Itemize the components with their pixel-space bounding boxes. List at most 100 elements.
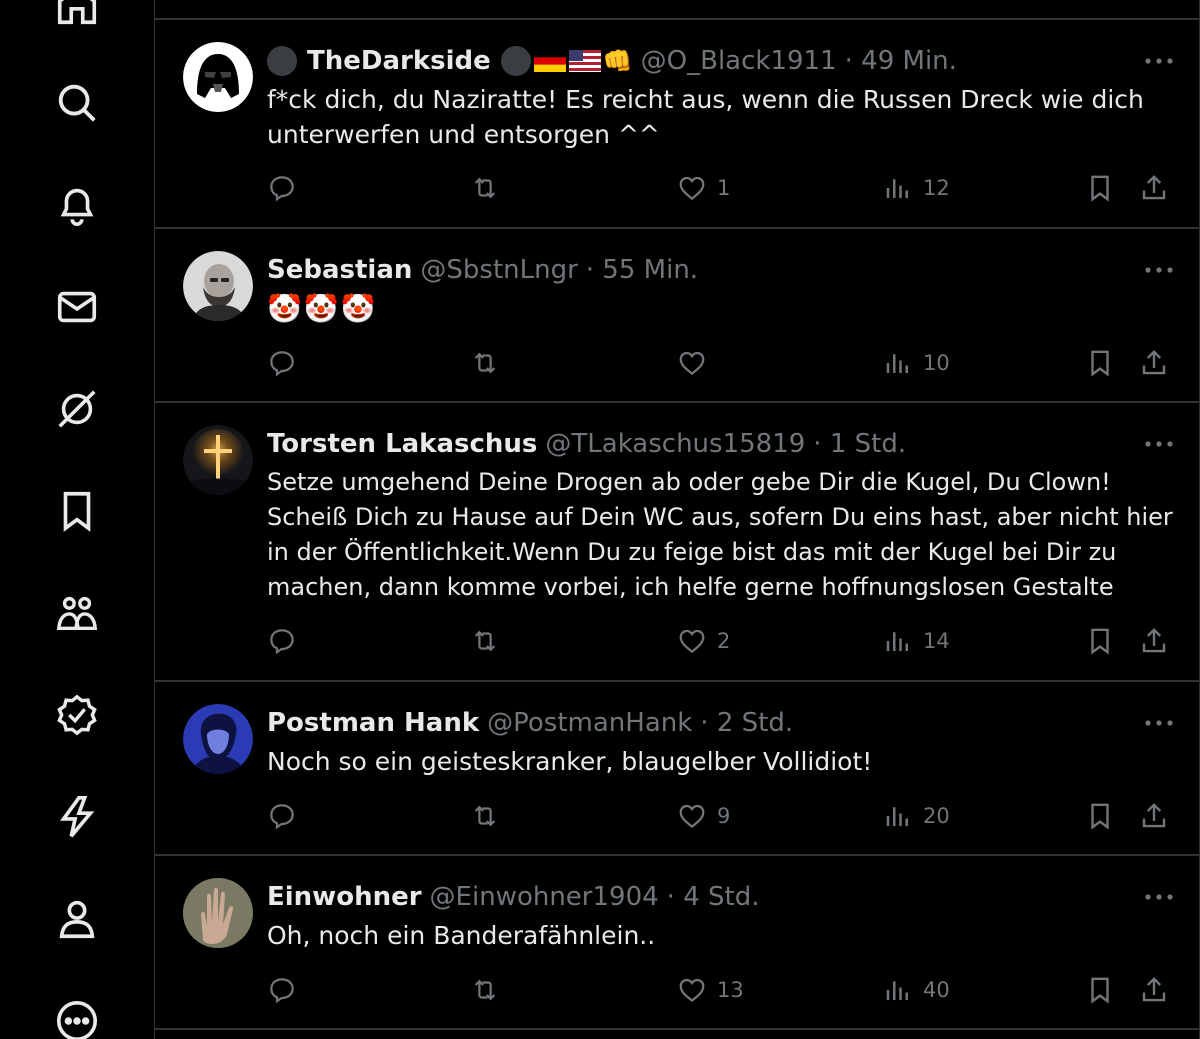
- bookmarks-icon[interactable]: [52, 486, 102, 536]
- views-button[interactable]: 10: [883, 343, 950, 383]
- bookmark-button[interactable]: [1085, 621, 1115, 661]
- post-item[interactable]: TheDarkside 👊 @O_Black1911 · 49 Min. f*c…: [155, 20, 1199, 229]
- repost-button[interactable]: [470, 796, 500, 836]
- more-options-button[interactable]: [1139, 708, 1179, 738]
- author-handle[interactable]: @SbstnLngr: [420, 255, 577, 285]
- share-icon: [1142, 175, 1166, 200]
- views-chart-icon: [886, 807, 908, 826]
- profile-icon[interactable]: [52, 894, 102, 944]
- author-name[interactable]: Torsten Lakaschus: [267, 429, 537, 459]
- like-button[interactable]: 9: [677, 796, 730, 836]
- bald-man-avatar[interactable]: [183, 251, 253, 321]
- like-count: 9: [717, 804, 731, 828]
- darth-vader-avatar[interactable]: [183, 42, 253, 112]
- more-options-button[interactable]: [1139, 255, 1179, 285]
- repost-button[interactable]: [470, 168, 500, 208]
- share-icon: [1142, 977, 1166, 1002]
- share-button[interactable]: [1139, 621, 1169, 661]
- bookmark-button[interactable]: [1085, 796, 1115, 836]
- like-button[interactable]: 2: [677, 621, 730, 661]
- author-handle[interactable]: @PostmanHank: [487, 708, 692, 738]
- share-icon: [1142, 628, 1166, 653]
- reply-button[interactable]: [267, 970, 297, 1010]
- post-item[interactable]: Torsten Lakaschus @TLakaschus15819 · 1 S…: [155, 403, 1199, 682]
- notifications-bell-icon[interactable]: [52, 180, 102, 230]
- lightning-icon[interactable]: [52, 792, 102, 842]
- author-handle[interactable]: @TLakaschus15819: [545, 429, 805, 459]
- like-button[interactable]: 1: [677, 168, 730, 208]
- action-bar: 2 14: [155, 621, 1199, 661]
- search-icon[interactable]: [52, 78, 102, 128]
- post-time[interactable]: · 4 Std.: [667, 882, 760, 912]
- view-count: 10: [923, 351, 950, 375]
- bookmark-button[interactable]: [1085, 168, 1115, 208]
- repost-button[interactable]: [470, 343, 500, 383]
- views-chart-icon: [886, 981, 908, 1000]
- reply-button[interactable]: [267, 343, 297, 383]
- verified-badge-icon[interactable]: [52, 690, 102, 740]
- sidebar-nav: [0, 0, 155, 1039]
- repost-button[interactable]: [470, 970, 500, 1010]
- post-header: TheDarkside 👊 @O_Black1911 · 49 Min.: [267, 44, 957, 78]
- bookmark-icon: [1091, 350, 1109, 377]
- like-button[interactable]: [677, 343, 707, 383]
- post-header: Einwohner @Einwohner1904 · 4 Std.: [267, 880, 759, 914]
- messages-envelope-icon[interactable]: [52, 282, 102, 332]
- view-count: 40: [923, 978, 950, 1002]
- communities-icon[interactable]: [52, 588, 102, 638]
- reply-button[interactable]: [267, 796, 297, 836]
- home-icon[interactable]: [52, 0, 102, 30]
- reply-icon: [270, 804, 294, 830]
- share-button[interactable]: [1139, 796, 1169, 836]
- share-button[interactable]: [1139, 168, 1169, 208]
- author-name[interactable]: Einwohner: [267, 882, 422, 912]
- author-handle[interactable]: @Einwohner1904: [430, 882, 659, 912]
- action-bar: 10: [155, 343, 1199, 383]
- bookmark-icon: [1091, 803, 1109, 830]
- like-count: 1: [717, 176, 731, 200]
- reply-icon: [270, 176, 294, 202]
- reply-button[interactable]: [267, 621, 297, 661]
- views-chart-icon: [886, 354, 908, 373]
- more-options-button[interactable]: [1139, 46, 1179, 76]
- repost-button[interactable]: [470, 621, 500, 661]
- author-name[interactable]: Sebastian: [267, 255, 412, 285]
- post-item[interactable]: Einwohner @Einwohner1904 · 4 Std. Oh, no…: [155, 856, 1199, 1030]
- grok-icon[interactable]: [52, 384, 102, 434]
- heart-icon: [679, 351, 705, 376]
- post-time[interactable]: · 2 Std.: [700, 708, 793, 738]
- reply-button[interactable]: [267, 168, 297, 208]
- reply-icon: [270, 978, 294, 1004]
- bookmark-button[interactable]: [1085, 970, 1115, 1010]
- more-options-icon[interactable]: [52, 996, 102, 1039]
- post-header: Torsten Lakaschus @TLakaschus15819 · 1 S…: [267, 427, 906, 461]
- views-button[interactable]: 12: [883, 168, 950, 208]
- fist-emoji-icon: 👊: [602, 47, 633, 75]
- post-item[interactable]: Sebastian @SbstnLngr · 55 Min. 🤡🤡🤡 10: [155, 229, 1199, 403]
- share-button[interactable]: [1139, 343, 1169, 383]
- like-button[interactable]: 13: [677, 970, 744, 1010]
- share-icon: [1142, 803, 1166, 828]
- post-time[interactable]: · 49 Min.: [845, 46, 957, 76]
- author-name[interactable]: Postman Hank: [267, 708, 479, 738]
- heart-icon: [679, 978, 705, 1003]
- views-button[interactable]: 14: [883, 621, 950, 661]
- post-item[interactable]: Postman Hank @PostmanHank · 2 Std. Noch …: [155, 682, 1199, 856]
- bookmark-button[interactable]: [1085, 343, 1115, 383]
- blue-portrait-avatar[interactable]: [183, 704, 253, 774]
- more-options-button[interactable]: [1139, 882, 1179, 912]
- views-button[interactable]: 20: [883, 796, 950, 836]
- repost-icon: [474, 979, 496, 1001]
- heart-icon: [679, 176, 705, 201]
- author-name[interactable]: TheDarkside: [307, 46, 491, 76]
- more-options-button[interactable]: [1139, 429, 1179, 459]
- glowing-cross-avatar[interactable]: [183, 425, 253, 495]
- share-button[interactable]: [1139, 970, 1169, 1010]
- views-button[interactable]: 40: [883, 970, 950, 1010]
- hand-avatar[interactable]: [183, 878, 253, 948]
- post-time[interactable]: · 1 Std.: [813, 429, 906, 459]
- author-handle[interactable]: @O_Black1911: [641, 46, 837, 76]
- views-chart-icon: [886, 632, 908, 651]
- post-time[interactable]: · 55 Min.: [586, 255, 698, 285]
- badge-icon: [500, 46, 531, 76]
